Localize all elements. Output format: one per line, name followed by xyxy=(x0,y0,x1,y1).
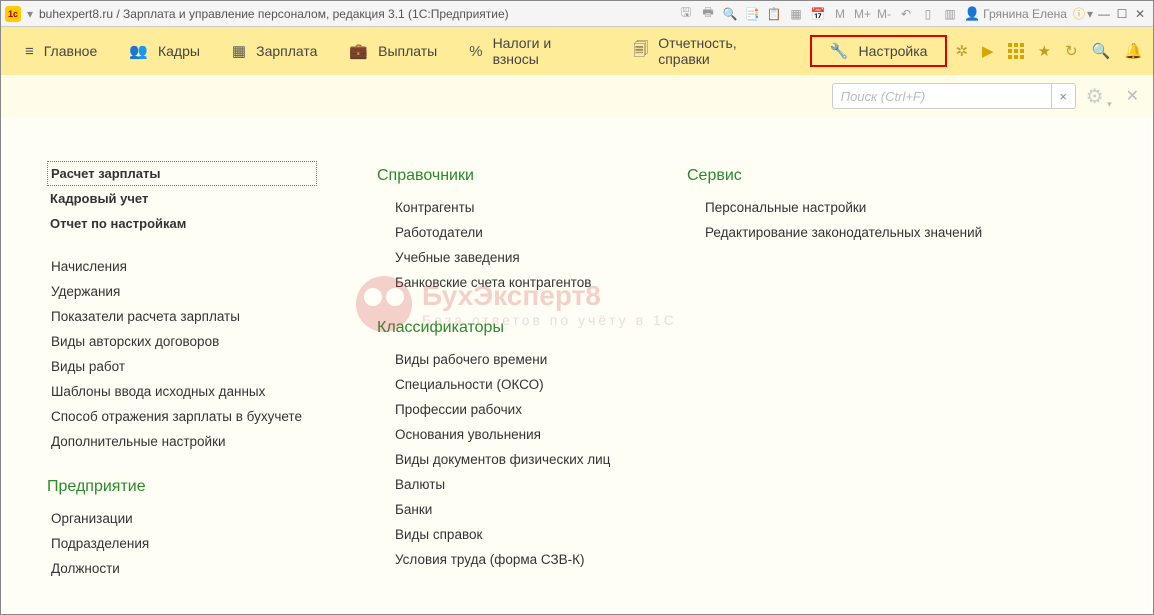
user-block[interactable]: 👤 Грянина Елена xyxy=(964,6,1067,22)
link-banki[interactable]: Банки xyxy=(377,497,627,522)
calendar-icon[interactable]: 📅 xyxy=(810,7,826,21)
link-vidy-rabochego-vremeni[interactable]: Виды рабочего времени xyxy=(377,347,627,372)
link-valyuty[interactable]: Валюты xyxy=(377,472,627,497)
link-uderzhaniya[interactable]: Удержания xyxy=(47,279,317,304)
search-wrap: × xyxy=(832,83,1076,109)
link-rabotodateli[interactable]: Работодатели xyxy=(377,220,627,245)
preview-icon[interactable]: 🔍 xyxy=(722,7,738,21)
link-podrazdeleniya[interactable]: Подразделения xyxy=(47,531,317,556)
search-icon[interactable]: 🔍 xyxy=(1092,42,1111,60)
link-vidy-dokumentov[interactable]: Виды документов физических лиц xyxy=(377,447,627,472)
calc-icon: ▦ xyxy=(232,42,246,60)
nav-nastroyka[interactable]: 🔧 Настройка xyxy=(810,35,948,67)
app-menu-dropdown[interactable]: ▾ xyxy=(25,7,35,21)
minimize-button[interactable]: — xyxy=(1095,7,1113,21)
apps-icon[interactable] xyxy=(1008,43,1024,59)
content-panel: Расчет зарплаты Кадровый учет Отчет по н… xyxy=(3,117,1151,612)
link-pokazateli[interactable]: Показатели расчета зарплаты xyxy=(47,304,317,329)
link-uchebnye-zavedeniya[interactable]: Учебные заведения xyxy=(377,245,627,270)
panel-settings-icon[interactable]: ⚙ xyxy=(1086,84,1104,109)
title-toolbar: 🖫 🖶 🔍 📑 📋 ▦ 📅 M M+ M- ↶ ▯ ▥ xyxy=(678,3,958,24)
calc-icon[interactable]: ▦ xyxy=(788,7,804,21)
nav-label: Кадры xyxy=(158,43,200,59)
user-icon: 👤 xyxy=(964,6,980,22)
link-nachisleniya[interactable]: Начисления xyxy=(47,254,317,279)
panels-icon[interactable]: ▥ xyxy=(942,7,958,21)
link-redaktirovanie-zakon[interactable]: Редактирование законодательных значений xyxy=(687,220,1007,245)
report-icon: 🗐 xyxy=(633,39,648,64)
history-icon[interactable]: ↻ xyxy=(1065,42,1078,60)
nav-label: Настройка xyxy=(859,43,928,59)
nav-label: Отчетность, справки xyxy=(658,35,792,67)
link-shablony-vvoda[interactable]: Шаблоны ввода исходных данных xyxy=(47,379,317,404)
link-otchet-nastroyki[interactable]: Отчет по настройкам xyxy=(47,211,317,236)
m-icon[interactable]: M xyxy=(832,7,848,21)
clipboard-icon[interactable]: 📋 xyxy=(766,7,782,21)
link-usloviya-truda[interactable]: Условия труда (форма СЗВ-К) xyxy=(377,547,627,572)
panel-close-button[interactable]: ✕ xyxy=(1126,86,1139,106)
search-clear-button[interactable]: × xyxy=(1052,83,1076,109)
save-icon[interactable]: 🖫 xyxy=(678,3,694,24)
link-vidy-spravok[interactable]: Виды справок xyxy=(377,522,627,547)
column-middle: Справочники Контрагенты Работодатели Уче… xyxy=(377,161,627,602)
m-plus-icon[interactable]: M+ xyxy=(854,7,870,21)
nav-label: Выплаты xyxy=(378,43,437,59)
link-raschet-zarplaty[interactable]: Расчет зарплаты xyxy=(47,161,317,186)
info-icon[interactable]: ⓘ xyxy=(1073,5,1085,22)
star-icon[interactable]: ★ xyxy=(1038,42,1051,60)
back-icon[interactable]: ↶ xyxy=(898,7,914,21)
link-dolzhnosti[interactable]: Должности xyxy=(47,556,317,581)
link-vidy-rabot[interactable]: Виды работ xyxy=(47,354,317,379)
link-kontragenty[interactable]: Контрагенты xyxy=(377,195,627,220)
wallet-icon: 💼 xyxy=(349,42,368,60)
link-bank-scheta[interactable]: Банковские счета контрагентов xyxy=(377,270,627,295)
wrench-icon: 🔧 xyxy=(830,42,849,60)
column-left: Расчет зарплаты Кадровый учет Отчет по н… xyxy=(47,161,317,602)
m-minus-icon[interactable]: M- xyxy=(876,7,892,21)
print-icon[interactable]: 🖶 xyxy=(700,3,716,24)
compare-icon[interactable]: 📑 xyxy=(744,7,760,21)
user-name: Грянина Елена xyxy=(983,7,1067,21)
close-button[interactable]: ✕ xyxy=(1131,7,1149,21)
column-right: Сервис Персональные настройки Редактиров… xyxy=(687,161,1007,602)
nav-vyplaty[interactable]: 💼 Выплаты xyxy=(335,36,451,66)
nav-nalogi[interactable]: % Налоги и взносы xyxy=(455,29,615,73)
section-servis[interactable]: Сервис xyxy=(687,167,1007,185)
nav-right-tools: ✲ ▶ ★ ↻ 🔍 🔔 xyxy=(955,42,1143,60)
section-spravochniki[interactable]: Справочники xyxy=(377,167,627,185)
nav-kadry[interactable]: 👥 Кадры xyxy=(115,36,214,66)
book-icon[interactable]: ▯ xyxy=(920,7,936,21)
nav-zarplata[interactable]: ▦ Зарплата xyxy=(218,36,332,66)
menu-icon: ≡ xyxy=(25,43,34,60)
bell-icon[interactable]: 🔔 xyxy=(1124,42,1143,60)
link-personalnye-nastroyki[interactable]: Персональные настройки xyxy=(687,195,1007,220)
window-title: buhexpert8.ru / Зарплата и управление пе… xyxy=(39,7,509,21)
nav-label: Зарплата xyxy=(256,43,317,59)
link-organizatsii[interactable]: Организации xyxy=(47,506,317,531)
link-avtorskie-dogovory[interactable]: Виды авторских договоров xyxy=(47,329,317,354)
nav-label: Налоги и взносы xyxy=(493,35,602,67)
gear-icon[interactable]: ✲ xyxy=(955,42,968,60)
nav-main[interactable]: ≡ Главное xyxy=(11,37,111,66)
info-dropdown[interactable]: ▾ xyxy=(1085,7,1095,21)
sub-toolbar: × ⚙ ✕ xyxy=(1,75,1153,117)
percent-icon: % xyxy=(469,43,482,60)
search-input[interactable] xyxy=(832,83,1052,109)
nav-otchetnost[interactable]: 🗐 Отчетность, справки xyxy=(619,29,806,73)
link-dop-nastroyki[interactable]: Дополнительные настройки xyxy=(47,429,317,454)
section-nav: ≡ Главное 👥 Кадры ▦ Зарплата 💼 Выплаты %… xyxy=(1,27,1153,75)
nav-label: Главное xyxy=(44,43,98,59)
link-kadrovyy-uchet[interactable]: Кадровый учет xyxy=(47,186,317,211)
section-predpriyatie[interactable]: Предприятие xyxy=(47,478,317,496)
app-logo-icon: 1c xyxy=(5,6,21,22)
people-icon: 👥 xyxy=(129,42,148,60)
title-bar: 1c ▾ buhexpert8.ru / Зарплата и управлен… xyxy=(1,1,1153,27)
link-professii-rabochikh[interactable]: Профессии рабочих xyxy=(377,397,627,422)
link-osnovaniya-uvolneniya[interactable]: Основания увольнения xyxy=(377,422,627,447)
section-klassifikatory[interactable]: Классификаторы xyxy=(377,319,627,337)
link-sposob-otrazheniya[interactable]: Способ отражения зарплаты в бухучете xyxy=(47,404,317,429)
forward-icon[interactable]: ▶ xyxy=(982,42,994,60)
maximize-button[interactable]: ☐ xyxy=(1113,7,1131,21)
link-spetsialnosti-okso[interactable]: Специальности (ОКСО) xyxy=(377,372,627,397)
